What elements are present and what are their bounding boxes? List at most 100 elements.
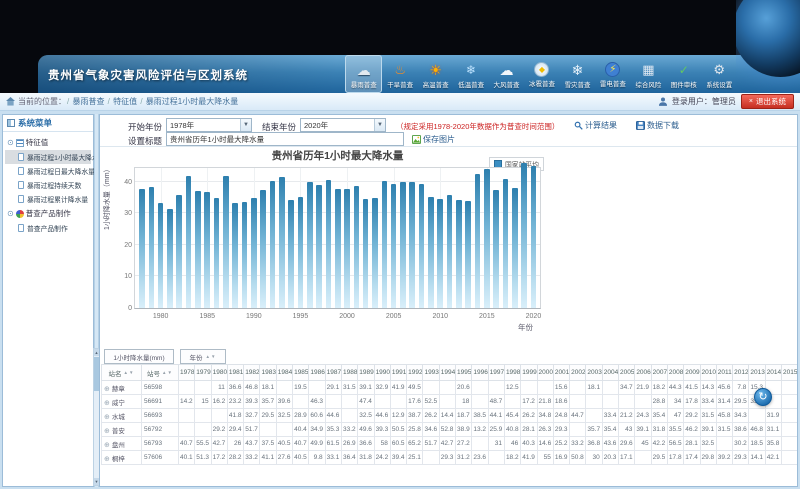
column-field-chip[interactable]: 年份 ▲▼ <box>180 349 226 364</box>
value-cell <box>179 381 195 395</box>
chart-title-input[interactable] <box>166 132 404 146</box>
tree-group-1[interactable]: ⊙ 普查产品制作 <box>5 206 91 221</box>
sort-icons[interactable]: ▲▼ <box>206 354 217 359</box>
end-year-select[interactable]: 2020年 ▼ <box>300 118 386 132</box>
value-cell: 38.5 <box>472 409 488 423</box>
collapse-node-icon[interactable]: ⊙ <box>7 139 14 147</box>
column-header-year[interactable]: 1988 <box>341 365 357 381</box>
collapse-node-icon[interactable]: ⊙ <box>7 210 14 218</box>
column-header-year[interactable]: 2011 <box>716 365 732 381</box>
nav-lightning[interactable]: ⚡雷电普查 <box>595 55 630 93</box>
column-header-year[interactable]: 1984 <box>276 365 292 381</box>
sidebar-item-0-1[interactable]: 暴雨过程日最大降水量 <box>5 164 91 178</box>
column-header-station-name[interactable]: 站名▲▼ <box>102 365 142 381</box>
column-header-year[interactable]: 1981 <box>227 365 243 381</box>
nav-settings[interactable]: ⚙系统设置 <box>702 55 737 93</box>
column-header-year[interactable]: 2005 <box>619 365 635 381</box>
column-header-year[interactable]: 1998 <box>504 365 520 381</box>
column-header-year[interactable]: 1999 <box>521 365 537 381</box>
value-cell <box>635 451 651 465</box>
column-header-year[interactable]: 1978 <box>179 365 195 381</box>
nav-map-audit[interactable]: ✓图件审核 <box>666 55 701 93</box>
column-header-year[interactable]: 1982 <box>244 365 260 381</box>
expand-row-icon[interactable]: ⊕ <box>104 414 110 421</box>
expand-row-icon[interactable]: ⊕ <box>104 456 110 463</box>
tree-group-label: 普查产品制作 <box>26 208 71 219</box>
column-header-year[interactable]: 1992 <box>407 365 423 381</box>
station-name-cell: ⊕桐梓 <box>102 451 142 465</box>
nav-lowtemp[interactable]: ❄低温普查 <box>453 55 488 93</box>
nav-heat[interactable]: ☀高温普查 <box>418 55 453 93</box>
column-header-year[interactable]: 1979 <box>195 365 211 381</box>
start-year-select[interactable]: 1978年 ▼ <box>166 118 252 132</box>
refresh-icon[interactable]: ↻ <box>754 388 772 406</box>
column-header-year[interactable]: 1993 <box>423 365 439 381</box>
column-header-year[interactable]: 1996 <box>472 365 488 381</box>
breadcrumb-link[interactable]: 暴雨普查 <box>72 97 104 106</box>
column-header-year[interactable]: 2015 <box>781 365 797 381</box>
value-field-chip[interactable]: 1小时降水量(mm) <box>104 349 174 364</box>
sidebar-item-0-0[interactable]: 暴雨过程1小时最大降水量 <box>5 150 91 164</box>
expand-row-icon[interactable]: ⊕ <box>104 442 110 449</box>
logout-button[interactable]: × 退出系统 <box>741 94 794 109</box>
nav-wind[interactable]: ☁大风普查 <box>489 55 524 93</box>
column-header-year[interactable]: 1997 <box>488 365 504 381</box>
calc-result-button[interactable]: 计算结果 <box>574 120 617 131</box>
column-header-year[interactable]: 1987 <box>325 365 341 381</box>
column-header-year[interactable]: 1989 <box>358 365 374 381</box>
column-header-year[interactable]: 2013 <box>749 365 765 381</box>
chart-bar <box>484 169 490 308</box>
column-header-year[interactable]: 2014 <box>765 365 781 381</box>
nav-drought[interactable]: ♨干旱普查 <box>382 55 417 93</box>
column-header-year[interactable]: 1983 <box>260 365 276 381</box>
sort-icons[interactable]: ▲▼ <box>124 370 135 375</box>
sort-icons[interactable]: ▲▼ <box>162 370 173 375</box>
collapse-panel-icon[interactable] <box>7 119 15 127</box>
column-header-year[interactable]: 2007 <box>651 365 667 381</box>
column-header-year[interactable]: 1986 <box>309 365 325 381</box>
save-image-button[interactable]: 保存图片 <box>412 134 455 145</box>
column-header-year[interactable]: 1991 <box>390 365 406 381</box>
column-header-year[interactable]: 2008 <box>667 365 683 381</box>
column-header-year[interactable]: 2003 <box>586 365 602 381</box>
column-header-year[interactable]: 1985 <box>293 365 309 381</box>
value-cell <box>781 409 797 423</box>
chart-bar <box>475 174 481 308</box>
tree-group-0[interactable]: ⊙特征值 <box>5 135 91 150</box>
expand-row-icon[interactable]: ⊕ <box>104 428 110 435</box>
column-header-year[interactable]: 2009 <box>684 365 700 381</box>
data-download-button[interactable]: 数据下载 <box>636 120 679 131</box>
value-cell: 40.1 <box>179 451 195 465</box>
value-cell: 26.2 <box>521 409 537 423</box>
expand-row-icon[interactable]: ⊕ <box>104 386 110 393</box>
column-header-year[interactable]: 1994 <box>439 365 455 381</box>
column-header-year[interactable]: 2006 <box>635 365 651 381</box>
column-header-year[interactable]: 2002 <box>570 365 586 381</box>
nav-hail[interactable]: ◆冰雹普查 <box>524 55 559 93</box>
column-header-year[interactable]: 2012 <box>733 365 749 381</box>
column-header-year[interactable]: 2001 <box>553 365 569 381</box>
column-header-year[interactable]: 1990 <box>374 365 390 381</box>
nav-composite-risk[interactable]: ▦综合风险 <box>631 55 666 93</box>
sidebar-item-0-2[interactable]: 暴雨过程持续天数 <box>5 178 91 192</box>
column-header-year[interactable]: 1980 <box>211 365 227 381</box>
column-header-station-id[interactable]: 站号▲▼ <box>142 365 179 381</box>
breadcrumb-link[interactable]: 暴雨过程1小时最大降水量 <box>146 97 238 106</box>
expand-row-icon[interactable]: ⊕ <box>104 400 110 407</box>
nav-rainstorm[interactable]: ☁暴雨普查 <box>345 55 382 93</box>
document-icon <box>18 224 24 232</box>
column-header-year[interactable]: 1995 <box>456 365 472 381</box>
sidebar-item-1-0[interactable]: 普查产品制作 <box>5 221 91 235</box>
nav-snow[interactable]: ❄雪灾普查 <box>560 55 595 93</box>
value-cell: 45.6 <box>716 381 732 395</box>
save-image-label: 保存图片 <box>423 134 455 145</box>
column-header-year[interactable]: 2004 <box>602 365 618 381</box>
column-header-year[interactable]: 2010 <box>700 365 716 381</box>
chart-title: 贵州省历年1小时最大降水量 <box>134 148 541 163</box>
sidebar-item-0-3[interactable]: 暴雨过程累计降水量 <box>5 192 91 206</box>
value-cell <box>472 437 488 451</box>
chart-bar <box>316 185 322 308</box>
column-header-year[interactable]: 2000 <box>537 365 553 381</box>
chart-bar <box>382 181 388 308</box>
breadcrumb-link[interactable]: 特征值 <box>113 97 137 106</box>
